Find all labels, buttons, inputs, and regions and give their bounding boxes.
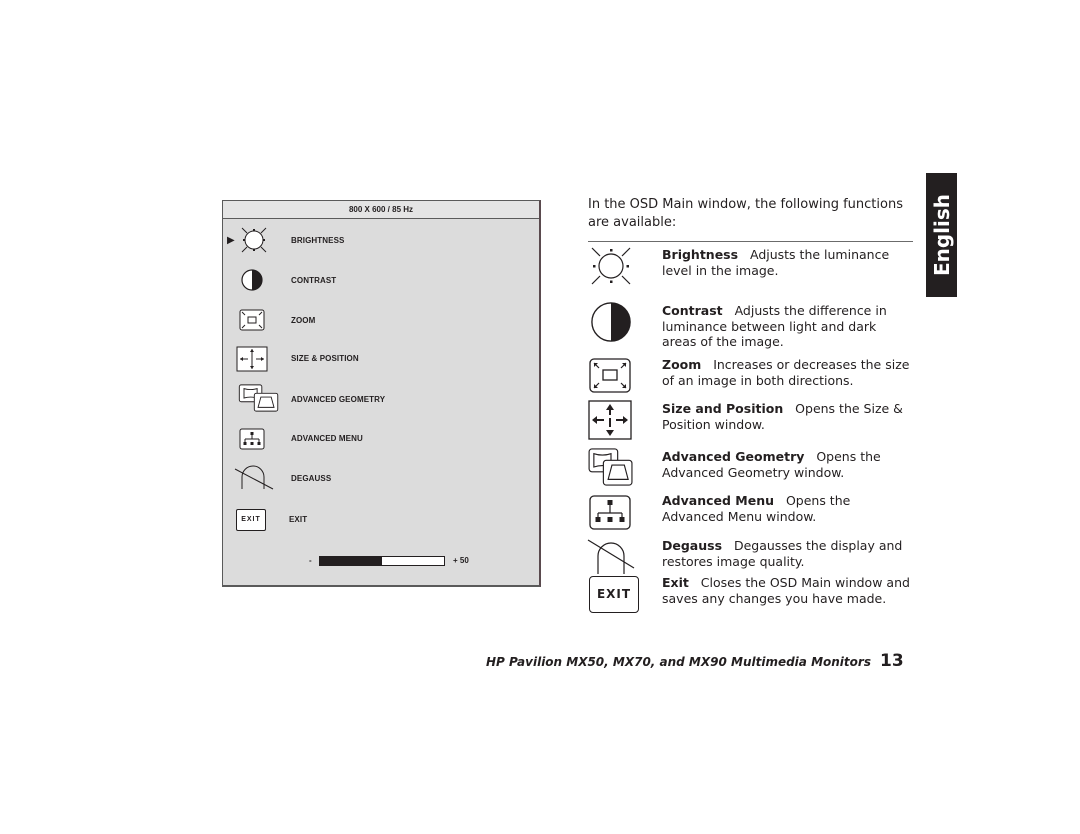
osd-item-advanced-menu[interactable]: ADVANCED MENU	[223, 424, 539, 454]
osd-item-label: DEGAUSS	[291, 474, 332, 483]
osd-item-contrast[interactable]: CONTRAST	[223, 265, 539, 295]
osd-item-label: EXIT	[289, 515, 308, 524]
feature-name: Brightness	[662, 247, 739, 262]
contrast-icon	[241, 269, 263, 291]
exit-icon: EXIT	[236, 509, 266, 531]
osd-item-label: ZOOM	[291, 316, 316, 325]
feature-name: Zoom	[662, 357, 702, 372]
feature-zoom: Zoom Increases or decreases the size of …	[662, 357, 912, 388]
osd-resolution-title: 800 X 600 / 85 Hz	[223, 201, 539, 219]
slider-fill	[320, 557, 382, 565]
intro-text: In the OSD Main window, the following fu…	[588, 197, 903, 230]
osd-item-label: ADVANCED MENU	[291, 434, 363, 443]
feature-name: Exit	[662, 575, 689, 590]
feature-name: Contrast	[662, 303, 723, 318]
osd-item-label: BRIGHTNESS	[291, 236, 345, 245]
osd-item-label: CONTRAST	[291, 276, 337, 285]
footer-title: HP Pavilion MX50, MX70, and MX90 Multime…	[486, 655, 871, 669]
advanced-geometry-icon	[238, 384, 279, 412]
feature-name: Size and Position	[662, 401, 784, 416]
exit-icon-text: EXIT	[596, 587, 632, 601]
feature-name: Degauss	[662, 538, 723, 553]
feature-advanced-menu: Advanced Menu Opens the Advanced Menu wi…	[662, 493, 912, 524]
divider	[588, 241, 913, 242]
osd-item-label: ADVANCED GEOMETRY	[291, 395, 386, 404]
feature-name: Advanced Geometry	[662, 449, 805, 464]
osd-item-degauss[interactable]: DEGAUSS	[223, 463, 539, 493]
slider-value-label: + 50	[453, 556, 469, 565]
feature-advanced-geometry: Advanced Geometry Opens the Advanced Geo…	[662, 449, 912, 480]
osd-item-exit[interactable]: EXIT EXIT	[223, 507, 539, 537]
feature-name: Advanced Menu	[662, 493, 775, 508]
feature-degauss: Degauss Degausses the display and restor…	[662, 538, 912, 569]
size-position-icon	[588, 400, 632, 440]
brightness-icon	[591, 247, 631, 285]
advanced-geometry-icon	[588, 448, 633, 486]
feature-size-position: Size and Position Opens the Size & Posit…	[662, 401, 912, 432]
feature-contrast: Contrast Adjusts the difference in lumin…	[662, 303, 912, 350]
feature-brightness: Brightness Adjusts the luminance level i…	[662, 247, 912, 278]
size-position-icon	[236, 346, 268, 372]
language-tab: English	[926, 173, 957, 297]
degauss-icon	[234, 465, 274, 490]
slider-minus-label: -	[309, 556, 312, 565]
feature-desc: Closes the OSD Main window and saves any…	[662, 575, 910, 606]
selection-pointer-icon: ▶	[227, 235, 235, 246]
zoom-icon	[589, 358, 631, 393]
osd-item-size-position[interactable]: SIZE & POSITION	[223, 344, 539, 374]
exit-icon: EXIT	[589, 576, 639, 613]
zoom-icon	[239, 309, 265, 331]
feature-exit: Exit Closes the OSD Main window and save…	[662, 575, 912, 606]
osd-item-advanced-geometry[interactable]: ADVANCED GEOMETRY	[223, 383, 539, 413]
language-tab-label: English	[929, 193, 954, 277]
osd-item-brightness[interactable]: ▶ BRIGHTNESS	[223, 225, 539, 255]
value-slider[interactable]	[319, 556, 445, 566]
osd-main-window: 800 X 600 / 85 Hz ▶ BRIGHTNESS CONTRAST …	[222, 200, 541, 587]
advanced-menu-icon	[589, 495, 631, 530]
osd-item-zoom[interactable]: ZOOM	[223, 305, 539, 335]
contrast-icon	[591, 302, 631, 342]
exit-icon-text: EXIT	[241, 516, 261, 523]
osd-item-label: SIZE & POSITION	[291, 354, 359, 363]
page-number: 13	[880, 651, 904, 671]
brightness-icon	[241, 227, 267, 253]
degauss-icon	[587, 539, 635, 574]
advanced-menu-icon	[239, 428, 265, 450]
